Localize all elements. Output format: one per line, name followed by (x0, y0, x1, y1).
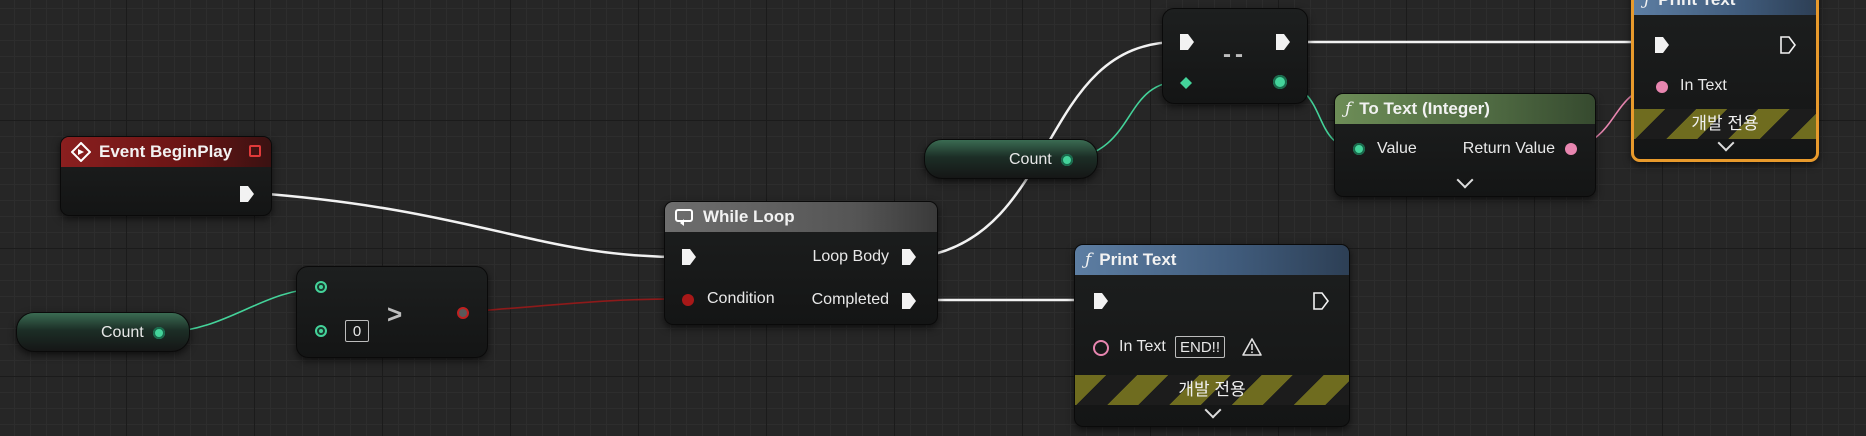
count-variable-label-2: Count (1009, 151, 1052, 168)
in-text-value-box[interactable]: END!! (1175, 336, 1226, 358)
condition-label: Condition (707, 290, 775, 307)
expand-chevron-icon[interactable] (1456, 171, 1474, 189)
development-only-band-end: 개발 전용 (1075, 375, 1349, 405)
print-text-end-title: Print Text (1099, 250, 1177, 269)
event-beginplay-node[interactable]: Event BeginPlay (60, 136, 272, 216)
while-loop-title: While Loop (703, 207, 795, 226)
to-text-header: ƒ To Text (Integer) (1335, 94, 1595, 124)
value-input-pin[interactable] (1353, 143, 1365, 155)
count-output-pin-2[interactable] (1061, 154, 1073, 166)
while-exec-in-pin[interactable] (681, 248, 697, 266)
print-exec-out-pin[interactable] (1780, 36, 1796, 54)
while-loop-node[interactable]: While Loop Condition Loop Body Completed (664, 201, 938, 325)
event-diamond-icon (71, 142, 91, 162)
decrement-output-pin[interactable] (1273, 75, 1287, 89)
greater-input-b-pin[interactable] (315, 325, 327, 337)
bool-wire-greater-to-condition (461, 298, 689, 313)
count-variable-label: Count (101, 324, 144, 341)
event-delegate-pin[interactable] (249, 145, 261, 157)
completed-label: Completed (811, 291, 889, 308)
function-icon: ƒ (1644, 0, 1651, 10)
decrement-exec-out-pin[interactable] (1275, 33, 1291, 51)
count-output-pin[interactable] (153, 327, 165, 339)
print-text-title: Print Text (1658, 0, 1735, 10)
greater-output-pin[interactable] (457, 307, 469, 319)
exec-wire-beginplay-to-while (254, 191, 686, 259)
in-text-pin-end[interactable] (1093, 340, 1109, 356)
event-beginplay-header: Event BeginPlay (61, 137, 271, 167)
decrement-exec-in-pin[interactable] (1179, 33, 1195, 51)
print-text-node[interactable]: ƒ Print Text In Text 개발 전용 (1631, 0, 1819, 162)
to-text-integer-node[interactable]: ƒ To Text (Integer) Value Return Value (1334, 93, 1596, 197)
event-beginplay-title: Event BeginPlay (99, 142, 233, 161)
in-text-label: In Text (1680, 77, 1727, 94)
print-exec-in-pin[interactable] (1654, 36, 1670, 54)
exec-out-pin[interactable] (239, 185, 255, 203)
greater-b-value-box[interactable]: 0 (345, 320, 369, 342)
function-icon: ƒ (1345, 99, 1352, 119)
greater-than-node[interactable]: 0 > (296, 266, 488, 358)
return-value-pin[interactable] (1565, 143, 1577, 155)
print-end-exec-out-pin[interactable] (1313, 292, 1329, 310)
decrement-input-pin[interactable] (1179, 76, 1193, 90)
value-label: Value (1377, 140, 1417, 157)
while-loop-header: While Loop (665, 202, 937, 232)
function-icon: ƒ (1085, 250, 1092, 270)
count-variable-node[interactable]: Count (16, 312, 190, 352)
loop-icon (675, 209, 693, 226)
print-text-end-node[interactable]: ƒ Print Text In Text END!! 개발 전용 (1074, 244, 1350, 427)
return-value-label: Return Value (1462, 140, 1555, 157)
print-text-end-header: ƒ Print Text (1075, 245, 1349, 275)
to-text-title: To Text (Integer) (1359, 99, 1490, 118)
print-text-header: ƒ Print Text (1634, 0, 1816, 15)
completed-exec-pin[interactable] (901, 292, 917, 310)
decrement-operator-symbol: -- (1223, 41, 1247, 68)
loop-body-label: Loop Body (812, 248, 889, 265)
warning-icon (1242, 338, 1262, 356)
decrement-node[interactable]: -- (1162, 8, 1308, 104)
condition-pin[interactable] (682, 294, 694, 306)
greater-input-a-pin[interactable] (315, 281, 327, 293)
count-variable-node-2[interactable]: Count (924, 139, 1098, 179)
in-text-label-end: In Text (1119, 338, 1166, 355)
in-text-pin[interactable] (1656, 81, 1668, 93)
print-end-exec-in-pin[interactable] (1093, 292, 1109, 310)
loop-body-exec-pin[interactable] (901, 248, 917, 266)
greater-operator-symbol: > (387, 299, 403, 329)
